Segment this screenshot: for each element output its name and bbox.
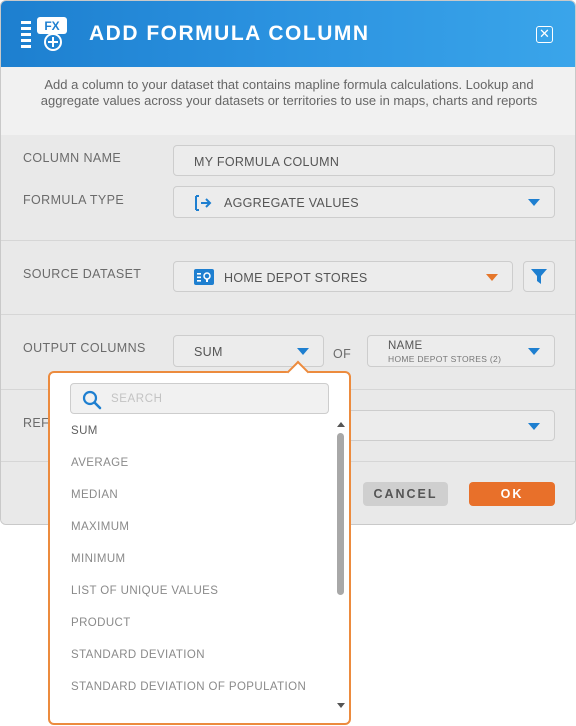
option-list-of-unique-values[interactable]: LIST OF UNIQUE VALUES (71, 585, 218, 597)
option-standard-deviation[interactable]: STANDARD DEVIATION (71, 649, 205, 661)
chevron-down-icon (528, 348, 540, 355)
option-median[interactable]: MEDIAN (71, 489, 118, 501)
option-maximum[interactable]: MAXIMUM (71, 521, 129, 533)
option-product[interactable]: PRODUCT (71, 617, 131, 629)
chevron-down-icon (528, 423, 540, 430)
output-columns-label: OUTPUT COLUMNS (23, 341, 146, 355)
name-type-section: COLUMN NAME MY FORMULA COLUMN FORMULA TY… (1, 135, 575, 240)
output-column-name: NAME (388, 340, 423, 352)
formula-type-select[interactable]: AGGREGATE VALUES (173, 186, 555, 218)
ref-label: REF (23, 416, 50, 430)
dialog-header: FX ADD FORMULA COLUMN ✕ (1, 1, 575, 67)
fx-badge-label: FX (44, 19, 59, 33)
chevron-down-icon (297, 348, 309, 355)
source-dataset-section: SOURCE DATASET HOME DEPOT STORES (1, 240, 575, 314)
search-input[interactable]: SEARCH (70, 383, 329, 414)
formula-fx-icon: FX (21, 17, 67, 51)
of-label: OF (333, 347, 352, 361)
formula-type-label: FORMULA TYPE (23, 193, 125, 207)
cancel-button[interactable]: CANCEL (363, 482, 448, 506)
option-average[interactable]: AVERAGE (71, 457, 129, 469)
column-name-input[interactable]: MY FORMULA COLUMN (173, 145, 555, 176)
aggregate-function-dropdown: SEARCH SUM AVERAGE MEDIAN MAXIMUM MINIMU… (48, 360, 351, 725)
column-name-value: MY FORMULA COLUMN (194, 155, 340, 169)
output-column-select[interactable]: NAME HOME DEPOT STORES (2) (367, 335, 555, 367)
ok-button[interactable]: OK (469, 482, 555, 506)
scroll-down-icon[interactable] (337, 703, 345, 708)
dataset-icon (194, 269, 214, 285)
dialog-title: ADD FORMULA COLUMN (89, 22, 370, 45)
source-dataset-value: HOME DEPOT STORES (224, 271, 368, 285)
column-name-label: COLUMN NAME (23, 151, 122, 165)
scrollbar-thumb[interactable] (337, 433, 344, 595)
close-icon[interactable]: ✕ (536, 26, 553, 43)
option-sum[interactable]: SUM (71, 425, 98, 437)
search-placeholder: SEARCH (111, 393, 163, 405)
output-column-source: HOME DEPOT STORES (2) (388, 354, 502, 364)
aggregate-function-value: SUM (194, 345, 223, 359)
chevron-down-icon (528, 199, 540, 206)
scroll-up-icon[interactable] (337, 422, 345, 427)
formula-type-value: AGGREGATE VALUES (224, 196, 359, 210)
filter-icon (531, 269, 547, 284)
aggregate-function-select[interactable]: SUM (173, 335, 324, 367)
source-dataset-label: SOURCE DATASET (23, 267, 142, 281)
search-icon (82, 390, 102, 410)
aggregate-icon (195, 195, 212, 211)
dialog-description: Add a column to your dataset that contai… (1, 67, 575, 135)
filter-button[interactable] (523, 261, 555, 292)
source-dataset-select[interactable]: HOME DEPOT STORES (173, 261, 513, 292)
option-standard-deviation-of-population[interactable]: STANDARD DEVIATION OF POPULATION (71, 681, 306, 693)
chevron-down-icon (486, 274, 498, 281)
option-minimum[interactable]: MINIMUM (71, 553, 126, 565)
